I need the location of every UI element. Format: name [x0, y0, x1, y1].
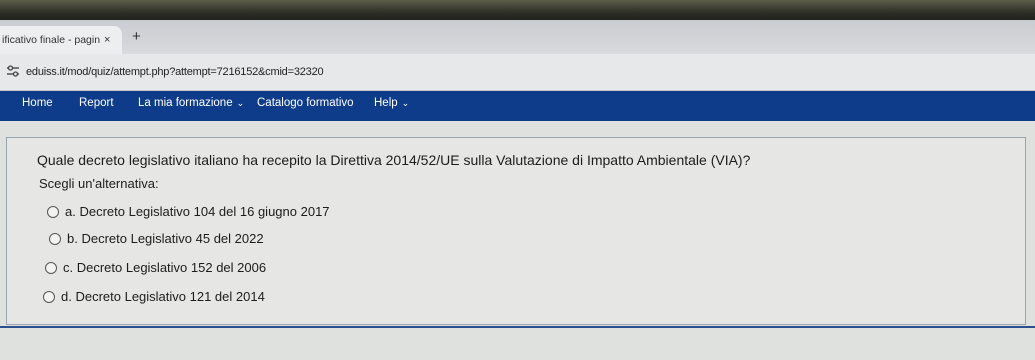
tab-title: ificativo finale - pagina [2, 34, 100, 46]
answer-option-a[interactable]: a. Decreto Legislativo 104 del 16 giugno… [47, 204, 330, 219]
nav-item-la-mia-formazione[interactable]: La mia formazione ⌄ [138, 97, 244, 109]
site-navbar: Home Report La mia formazione ⌄ Catalogo … [0, 91, 1035, 121]
option-label: a. Decreto Legislativo 104 del 16 giugno… [65, 204, 330, 219]
option-label: d. Decreto Legislativo 121 del 2014 [61, 289, 265, 304]
site-settings-icon[interactable] [6, 65, 20, 80]
option-label: c. Decreto Legislativo 152 del 2006 [63, 260, 267, 275]
browser-tab[interactable]: ificativo finale - pagina × [0, 26, 122, 54]
nav-item-home[interactable]: Home [22, 97, 53, 109]
option-label: b. Decreto Legislativo 45 del 2022 [67, 231, 264, 246]
question-text: Quale decreto legislativo italiano ha re… [37, 152, 751, 168]
page-content: Quale decreto legislativo italiano ha re… [0, 121, 1035, 360]
chevron-down-icon: ⌄ [236, 98, 245, 108]
radio-button[interactable] [47, 205, 59, 218]
nav-item-catalogo-formativo[interactable]: Catalogo formativo [257, 97, 354, 109]
browser-tab-bar: ificativo finale - pagina × + [0, 20, 1035, 54]
url-text[interactable]: eduiss.it/mod/quiz/attempt.php?attempt=7… [26, 66, 324, 78]
nav-item-label: La mia formazione [138, 97, 233, 109]
radio-button[interactable] [49, 232, 61, 245]
answer-option-c[interactable]: c. Decreto Legislativo 152 del 2006 [45, 260, 266, 275]
window-top-frame [0, 0, 1035, 22]
radio-button[interactable] [45, 261, 57, 274]
nav-item-label: Home [22, 97, 53, 109]
nav-item-label: Catalogo formativo [257, 97, 354, 109]
new-tab-button[interactable]: + [132, 28, 141, 45]
answer-option-b[interactable]: b. Decreto Legislativo 45 del 2022 [49, 231, 264, 246]
chevron-down-icon: ⌄ [401, 98, 410, 108]
nav-item-label: Report [79, 97, 114, 109]
nav-item-help[interactable]: Help ⌄ [374, 97, 409, 109]
close-icon[interactable]: × [104, 34, 110, 46]
answer-option-d[interactable]: d. Decreto Legislativo 121 del 2014 [43, 289, 265, 304]
radio-button[interactable] [43, 290, 55, 303]
nav-item-label: Help [374, 97, 398, 109]
divider [0, 326, 1035, 328]
question-card: Quale decreto legislativo italiano ha re… [6, 137, 1026, 325]
nav-item-report[interactable]: Report [79, 97, 114, 109]
address-bar[interactable]: eduiss.it/mod/quiz/attempt.php?attempt=7… [0, 54, 1035, 91]
answer-prompt: Scegli un'alternativa: [39, 176, 159, 191]
